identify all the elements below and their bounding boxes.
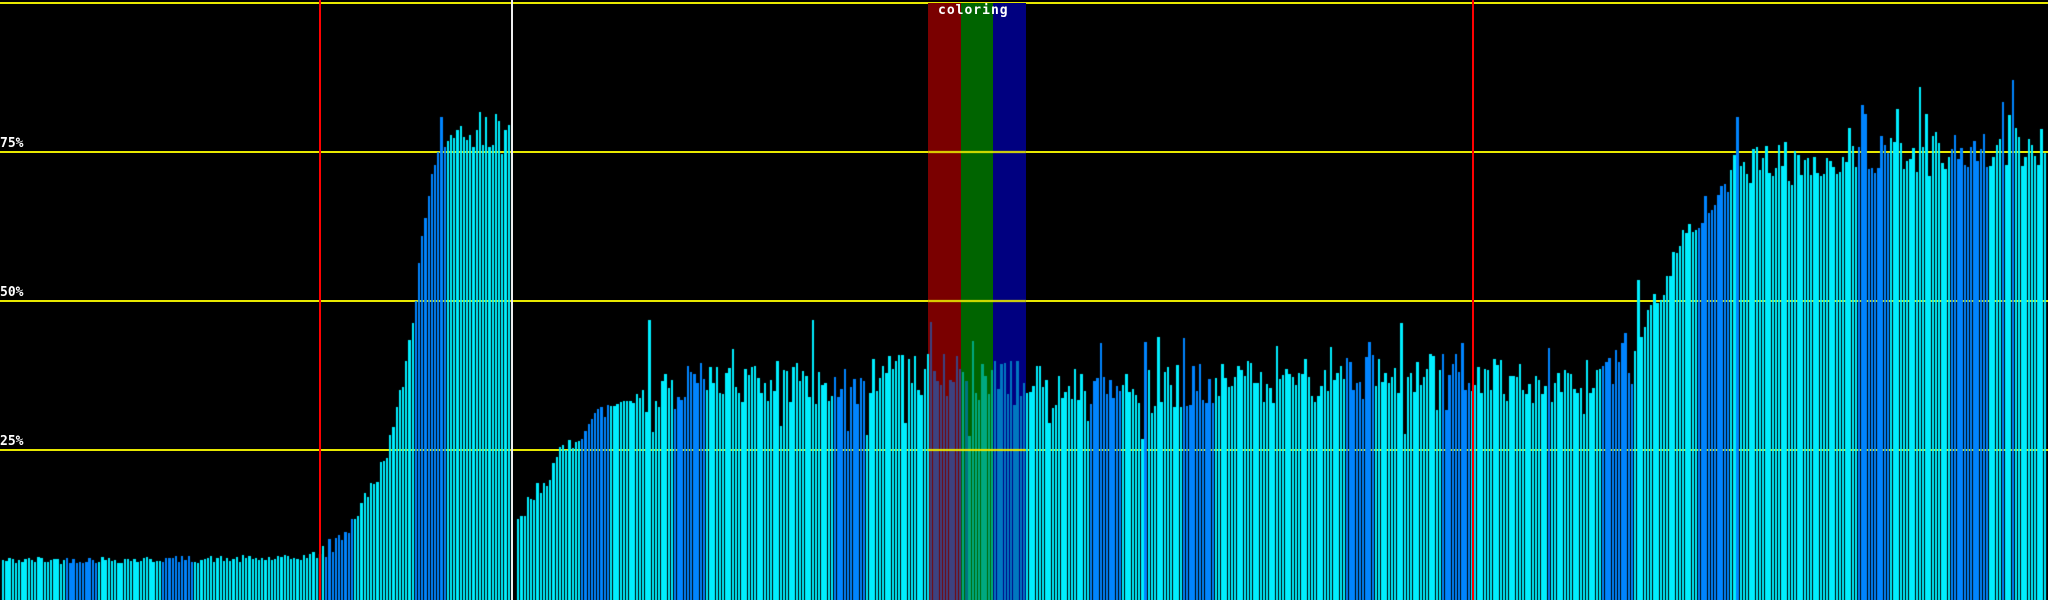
y-axis-label-75: 75% — [0, 136, 24, 151]
usage-meter-chart: 75% 50% 25% coloring — [0, 0, 2048, 600]
usage-bars-canvas — [0, 0, 2048, 600]
event-marker-line-1 — [319, 0, 321, 600]
event-marker-line-2 — [1472, 0, 1474, 600]
coloring-legend-label: coloring — [938, 3, 1009, 18]
sweep-position-line — [511, 0, 513, 600]
y-axis-label-50: 50% — [0, 285, 24, 300]
y-axis-label-25: 25% — [0, 434, 24, 449]
